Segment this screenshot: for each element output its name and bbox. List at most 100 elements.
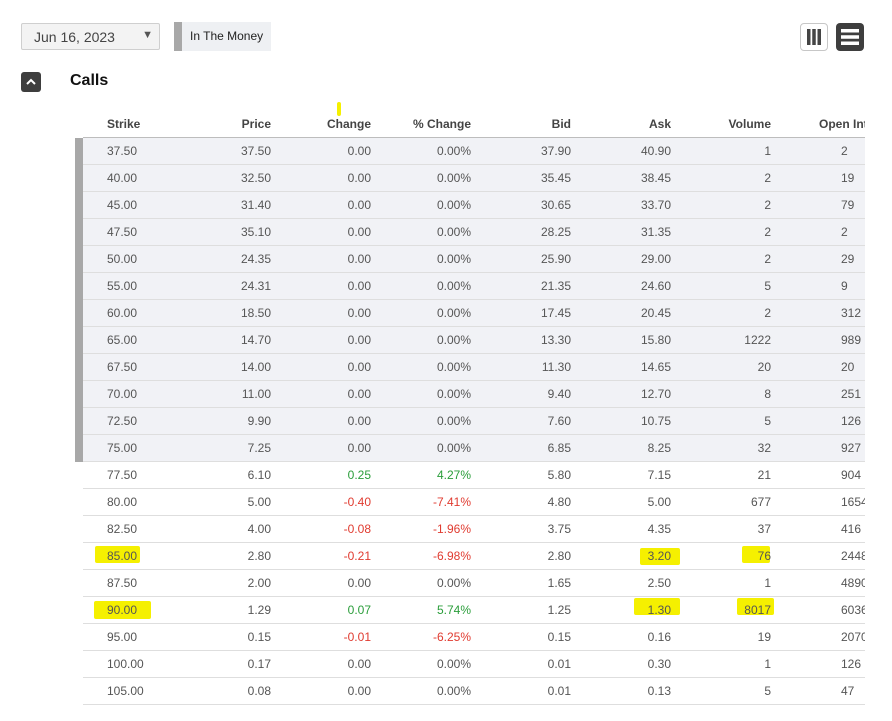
table-row[interactable]: 87.50 2.00 0.00 0.00% 1.65 2.50 1 4890 xyxy=(79,569,865,597)
column-header-volume[interactable]: Volume xyxy=(671,110,771,138)
pct-change-cell: 5.74% xyxy=(371,596,471,624)
table-row[interactable]: 100.00 0.17 0.00 0.00% 0.01 0.30 1 126 xyxy=(79,650,865,678)
table-row[interactable]: 60.00 18.50 0.00 0.00% 17.45 20.45 2 312 xyxy=(75,299,865,327)
table-row[interactable]: 47.50 35.10 0.00 0.00% 28.25 31.35 2 2 xyxy=(75,218,865,246)
table-row[interactable]: 65.00 14.70 0.00 0.00% 13.30 15.80 1222 989 xyxy=(75,326,865,354)
column-header-price[interactable]: Price xyxy=(189,110,271,138)
ask-cell: 14.65 xyxy=(571,353,671,381)
bid-cell: 35.45 xyxy=(471,164,571,192)
table-row[interactable]: 72.50 9.90 0.00 0.00% 7.60 10.75 5 126 xyxy=(75,407,865,435)
open-interest-cell: 251 xyxy=(771,380,865,408)
pct-change-cell: 4.27% xyxy=(371,461,471,489)
ask-cell: 24.60 xyxy=(571,272,671,300)
open-interest-cell: 79 xyxy=(771,191,865,219)
price-cell: 24.31 xyxy=(189,272,271,300)
strike-cell: 45.00 xyxy=(75,191,189,219)
strike-cell: 47.50 xyxy=(75,218,189,246)
calls-options-table: Strike Price Change % Change Bid Ask Vol… xyxy=(75,110,865,705)
strike-cell: 75.00 xyxy=(75,434,189,462)
column-header-open-interest[interactable]: Open Int xyxy=(771,110,865,138)
volume-cell: 1 xyxy=(671,650,771,678)
bid-cell: 0.01 xyxy=(471,677,571,705)
pct-change-cell: -6.98% xyxy=(371,542,471,570)
price-cell: 4.00 xyxy=(189,515,271,543)
pct-change-cell: 0.00% xyxy=(371,407,471,435)
bid-cell: 11.30 xyxy=(471,353,571,381)
list-icon xyxy=(841,29,859,45)
volume-cell: 1 xyxy=(671,569,771,597)
bid-cell: 1.25 xyxy=(471,596,571,624)
volume-cell: 2 xyxy=(671,191,771,219)
price-cell: 18.50 xyxy=(189,299,271,327)
column-view-button[interactable] xyxy=(800,23,828,51)
pct-change-cell: 0.00% xyxy=(371,299,471,327)
column-header-change[interactable]: Change xyxy=(271,110,371,138)
open-interest-cell: 2 xyxy=(771,218,865,246)
bid-cell: 0.15 xyxy=(471,623,571,651)
calls-section-title: Calls xyxy=(70,72,109,89)
pct-change-cell: 0.00% xyxy=(371,677,471,705)
volume-cell: 2 xyxy=(671,164,771,192)
collapse-calls-button[interactable] xyxy=(21,72,41,92)
table-row[interactable]: 80.005.00-0.40-7.41%4.805.0067716548 xyxy=(79,488,865,516)
price-cell: 5.00 xyxy=(189,488,271,516)
list-view-button[interactable] xyxy=(836,23,864,51)
bid-cell: 6.85 xyxy=(471,434,571,462)
volume-cell: 1 xyxy=(671,137,771,165)
column-header-bid[interactable]: Bid xyxy=(471,110,571,138)
open-interest-cell: 989 xyxy=(771,326,865,354)
change-cell: 0.00 xyxy=(271,137,371,165)
expiration-date-select[interactable]: Jun 16, 2023 ▼ xyxy=(21,23,160,50)
change-cell: 0.00 xyxy=(271,434,371,462)
column-header-pct-change[interactable]: % Change xyxy=(371,110,471,138)
ask-cell: 31.35 xyxy=(571,218,671,246)
volume-cell: 5 xyxy=(671,272,771,300)
price-cell: 14.00 xyxy=(189,353,271,381)
volume-cell: 19 xyxy=(671,623,771,651)
table-row[interactable]: 82.50 4.00 -0.08 -1.96% 3.75 4.35 37 416 xyxy=(79,515,865,543)
bid-cell: 0.01 xyxy=(471,650,571,678)
open-interest-cell: 19 xyxy=(771,164,865,192)
ask-cell: 2.50 xyxy=(571,569,671,597)
table-row[interactable]: 75.00 7.25 0.00 0.00% 6.85 8.25 32 927 xyxy=(75,434,865,462)
change-cell: 0.00 xyxy=(271,191,371,219)
volume-cell: 5 xyxy=(671,677,771,705)
bid-cell: 4.80 xyxy=(471,488,571,516)
change-cell: 0.00 xyxy=(271,218,371,246)
table-row[interactable]: 37.50 37.50 0.00 0.00% 37.90 40.90 1 2 xyxy=(75,137,865,165)
table-row[interactable]: 77.50 6.10 0.25 4.27% 5.80 7.15 21 904 xyxy=(79,461,865,489)
strike-cell: 50.00 xyxy=(75,245,189,273)
table-row[interactable]: 50.00 24.35 0.00 0.00% 25.90 29.00 2 29 xyxy=(75,245,865,273)
options-chain-table-container[interactable]: Strike Price Change % Change Bid Ask Vol… xyxy=(75,110,865,705)
price-cell: 35.10 xyxy=(189,218,271,246)
strike-cell: 100.00 xyxy=(79,650,189,678)
column-header-ask[interactable]: Ask xyxy=(571,110,671,138)
strike-cell: 82.50 xyxy=(79,515,189,543)
table-row[interactable]: 45.00 31.40 0.00 0.00% 30.65 33.70 2 79 xyxy=(75,191,865,219)
table-row[interactable]: 70.00 11.00 0.00 0.00% 9.40 12.70 8 251 xyxy=(75,380,865,408)
bid-cell: 37.90 xyxy=(471,137,571,165)
bid-cell: 21.35 xyxy=(471,272,571,300)
open-interest-cell: 47 xyxy=(771,677,865,705)
ask-cell: 4.35 xyxy=(571,515,671,543)
bid-cell: 17.45 xyxy=(471,299,571,327)
volume-cell: 37 xyxy=(671,515,771,543)
table-row[interactable]: 40.00 32.50 0.00 0.00% 35.45 38.45 2 19 xyxy=(75,164,865,192)
bid-cell: 3.75 xyxy=(471,515,571,543)
bid-cell: 25.90 xyxy=(471,245,571,273)
table-row[interactable]: 105.00 0.08 0.00 0.00% 0.01 0.13 5 47 xyxy=(79,677,865,705)
ask-cell: 3.20 xyxy=(571,542,671,570)
column-header-strike[interactable]: Strike xyxy=(79,110,189,138)
table-row[interactable]: 85.002.80-0.21-6.98%2.803.207624481 xyxy=(79,542,865,570)
table-row[interactable]: 95.000.15-0.01-6.25%0.150.161920708 xyxy=(79,623,865,651)
strike-cell: 37.50 xyxy=(75,137,189,165)
table-row[interactable]: 90.001.290.075.74%1.251.30801760366 xyxy=(79,596,865,624)
change-cell: 0.07 xyxy=(271,596,371,624)
expiration-date-value: Jun 16, 2023 xyxy=(34,29,115,45)
table-row[interactable]: 55.00 24.31 0.00 0.00% 21.35 24.60 5 9 xyxy=(75,272,865,300)
columns-icon xyxy=(807,29,821,45)
ask-cell: 0.16 xyxy=(571,623,671,651)
table-row[interactable]: 67.50 14.00 0.00 0.00% 11.30 14.65 20 20 xyxy=(75,353,865,381)
ask-cell: 0.30 xyxy=(571,650,671,678)
in-the-money-toggle[interactable]: In The Money xyxy=(174,22,272,51)
